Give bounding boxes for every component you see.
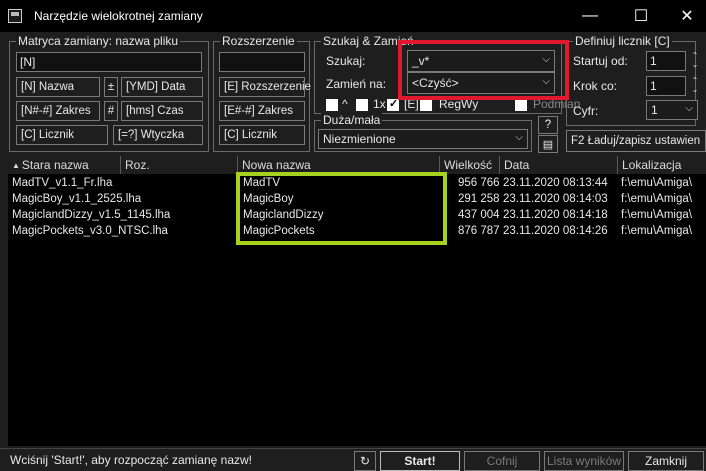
- edit-list-button[interactable]: ▤: [538, 135, 558, 153]
- caret-label: ^: [342, 97, 348, 111]
- maximize-button[interactable]: ☐: [618, 0, 664, 32]
- help-button[interactable]: ?: [538, 116, 558, 134]
- refresh-button[interactable]: ↻: [354, 451, 376, 471]
- start-input[interactable]: 1: [646, 51, 686, 71]
- caret-checkbox[interactable]: [326, 99, 338, 111]
- extension-legend: Rozszerzenie: [220, 34, 297, 48]
- window-title: Narzędzie wielokrotnej zamiany: [34, 9, 203, 23]
- extension-group: Rozszerzenie [E] Rozszerzenie [E#-#] Zak…: [213, 34, 311, 152]
- column-date[interactable]: Data: [500, 156, 618, 174]
- counter-button[interactable]: [C] Licznik: [16, 125, 108, 145]
- mask-input[interactable]: [N]: [16, 52, 202, 72]
- digits-combo[interactable]: 1 ⌵: [646, 100, 698, 120]
- floppy-icon: [8, 9, 22, 23]
- sort-asc-icon: ▲: [12, 160, 20, 170]
- replace-label: Zamień na:: [326, 77, 387, 91]
- substitute-checkbox[interactable]: [515, 99, 527, 111]
- column-size[interactable]: Wielkość: [440, 156, 500, 174]
- search-highlight-box: [398, 40, 569, 100]
- digits-label: Cyfr:: [573, 104, 599, 118]
- extension-input[interactable]: [219, 52, 305, 72]
- close-window-button[interactable]: ✕: [664, 0, 706, 32]
- once-checkbox[interactable]: [356, 99, 368, 111]
- column-location[interactable]: Lokalizacja: [618, 156, 706, 174]
- start-spinner[interactable]: ⌃ ⌄: [688, 51, 702, 71]
- hash-button[interactable]: #: [104, 101, 118, 121]
- status-text: Wciśnij 'Start!', aby rozpocząć zamianę …: [10, 453, 253, 467]
- plugin-button[interactable]: [=?] Wtyczka: [113, 125, 203, 145]
- extension-range-button[interactable]: [E#-#] Zakres: [219, 101, 305, 121]
- title-bar: Narzędzie wielokrotnej zamiany — ☐ ✕: [0, 0, 706, 32]
- minimize-button[interactable]: —: [567, 0, 613, 32]
- date-button[interactable]: [YMD] Data: [121, 77, 203, 97]
- step-spinner[interactable]: ⌃ ⌄: [688, 76, 702, 96]
- search-label: Szukaj:: [326, 54, 366, 68]
- chevron-down-icon: ⌵: [685, 103, 693, 114]
- step-input[interactable]: 1: [646, 76, 686, 96]
- start-button[interactable]: Start!: [380, 451, 460, 471]
- status-bar: Wciśnij 'Start!', aby rozpocząć zamianę …: [0, 448, 706, 471]
- refresh-icon: ↻: [359, 454, 371, 468]
- once-label: 1x: [373, 97, 386, 111]
- time-button[interactable]: [hms] Czas: [121, 101, 203, 121]
- load-save-settings-button[interactable]: F2 Ładuj/zapisz ustawien: [566, 130, 706, 152]
- plus-minus-button[interactable]: ±: [104, 77, 118, 97]
- list-icon: ▤: [542, 138, 554, 151]
- extension-counter-button[interactable]: [C] Licznik: [219, 125, 305, 145]
- dialog-body: Matryca zamiany: nazwa pliku [N] [N] Naz…: [0, 32, 706, 471]
- regex-checkbox[interactable]: [420, 99, 432, 111]
- column-old-name[interactable]: ▲ Stara nazwa: [8, 156, 121, 174]
- results-list-button[interactable]: Lista wyników: [544, 451, 624, 471]
- undo-button[interactable]: Cofnij: [464, 451, 540, 471]
- start-label: Startuj od:: [573, 54, 628, 68]
- name-button[interactable]: [N] Nazwa: [16, 77, 100, 97]
- ext-checkbox[interactable]: [387, 97, 399, 111]
- case-combo[interactable]: Niezmienione ⌵: [318, 129, 528, 149]
- mask-legend: Matryca zamiany: nazwa pliku: [16, 34, 181, 48]
- digits-value: 1: [651, 103, 658, 117]
- mask-group: Matryca zamiany: nazwa pliku [N] [N] Naz…: [9, 34, 209, 152]
- close-button[interactable]: Zamknij: [628, 451, 704, 471]
- case-legend: Duża/mała: [321, 113, 383, 127]
- counter-legend: Definiuj licznik [C]: [573, 34, 672, 48]
- new-name-highlight-box: [236, 172, 447, 245]
- column-extension[interactable]: Roz.: [121, 156, 238, 174]
- extension-button[interactable]: [E] Rozszerzenie: [219, 77, 311, 97]
- chevron-down-icon: ⌵: [515, 132, 523, 143]
- step-label: Krok co:: [573, 79, 618, 93]
- case-value: Niezmienione: [323, 132, 396, 146]
- name-range-button[interactable]: [N#-#] Zakres: [16, 101, 100, 121]
